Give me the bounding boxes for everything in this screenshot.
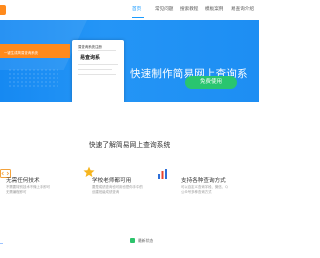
hero-dot-pattern xyxy=(8,68,58,88)
preview-line xyxy=(78,69,112,70)
nav-active-indicator xyxy=(132,17,144,18)
status-icon xyxy=(130,238,135,243)
feature-desc: 要是成绩查询也可用也是你手中的 xyxy=(92,185,143,189)
preview-subtitle: 易查询系 xyxy=(80,55,101,61)
divider xyxy=(0,243,3,244)
hero-banner: 一键生成简易查询系统 易查询系统注册 易查询系 快速制作简易网上查询系 xyxy=(0,20,259,102)
feature-title: 支持各种查询方式 xyxy=(181,178,226,184)
nav-item-templates[interactable]: 模板案例 xyxy=(205,6,223,12)
feature-title: 无需任何技术 xyxy=(6,178,40,184)
nav-item-faq[interactable]: 常见问题 xyxy=(155,6,173,12)
nav-item-about[interactable]: 易查询介绍 xyxy=(231,6,254,12)
feature-title: 学校老师都可用 xyxy=(92,178,132,184)
bottom-label: 最新状态 xyxy=(138,238,154,243)
app-preview-card: 易查询系统注册 易查询系 xyxy=(72,40,124,102)
logo[interactable] xyxy=(0,5,6,15)
preview-line xyxy=(78,64,118,65)
preview-title: 易查询系统注册 xyxy=(78,45,102,49)
feature-desc: 公众号多种查询方式 xyxy=(181,190,212,194)
feature-desc: 不需要特别技术不懂上手即可 xyxy=(6,185,51,189)
preview-line xyxy=(78,74,116,75)
feature-desc: 可以自定义查询字段、微信、Q xyxy=(181,185,228,189)
free-use-button[interactable]: 免费使用 xyxy=(185,76,237,89)
hero-strip-text: 一键生成简易查询系统 xyxy=(4,51,38,55)
top-nav: 首页 常见问题 搜索教程 模板案例 易查询介绍 xyxy=(0,0,259,20)
section-title: 快速了解简易网上查询系统 xyxy=(88,141,171,149)
feature-desc: 创建班级成绩查询 xyxy=(92,190,120,194)
feature-desc: 无需编程即可 xyxy=(6,190,27,194)
preview-line xyxy=(78,50,116,51)
nav-item-tutorial[interactable]: 搜索教程 xyxy=(180,6,198,12)
nav-item-home[interactable]: 首页 xyxy=(132,6,141,12)
chart-icon xyxy=(158,169,167,179)
